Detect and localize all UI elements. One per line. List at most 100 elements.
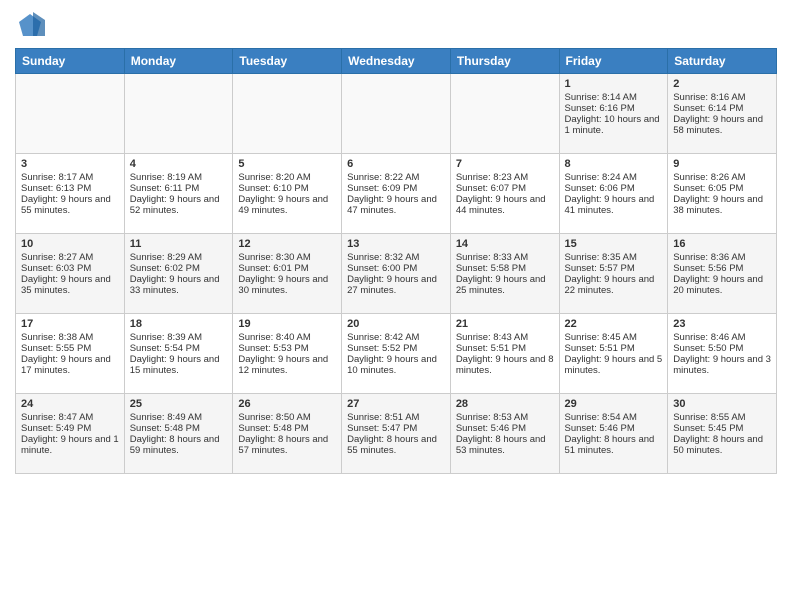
- calendar-cell: [16, 74, 125, 154]
- day-number: 22: [565, 318, 663, 330]
- day-number: 23: [673, 318, 771, 330]
- day-info: Daylight: 9 hours and 25 minutes.: [456, 274, 554, 296]
- calendar-cell: 6 Sunrise: 8:22 AMSunset: 6:09 PMDaylight…: [342, 154, 451, 234]
- day-number: 12: [238, 238, 336, 250]
- calendar-cell: 11Sunrise: 8:29 AMSunset: 6:02 PMDayligh…: [124, 234, 233, 314]
- day-number: 10: [21, 238, 119, 250]
- day-info: Daylight: 9 hours and 38 minutes.: [673, 194, 771, 216]
- day-info: Daylight: 9 hours and 20 minutes.: [673, 274, 771, 296]
- day-number: 14: [456, 238, 554, 250]
- day-number: 26: [238, 398, 336, 410]
- day-number: 7: [456, 158, 554, 170]
- day-info: Sunrise: 8:42 AM: [347, 332, 445, 343]
- day-info: Sunset: 5:51 PM: [565, 343, 663, 354]
- day-number: 17: [21, 318, 119, 330]
- day-info: Sunrise: 8:47 AM: [21, 412, 119, 423]
- day-info: Sunrise: 8:16 AM: [673, 92, 771, 103]
- day-number: 15: [565, 238, 663, 250]
- col-header-monday: Monday: [124, 49, 233, 74]
- day-number: 13: [347, 238, 445, 250]
- day-info: Sunset: 5:49 PM: [21, 423, 119, 434]
- day-info: Sunrise: 8:55 AM: [673, 412, 771, 423]
- day-info: Sunrise: 8:26 AM: [673, 172, 771, 183]
- col-header-thursday: Thursday: [450, 49, 559, 74]
- logo-icon: [15, 10, 45, 40]
- day-info: Sunrise: 8:23 AM: [456, 172, 554, 183]
- calendar-cell: 13Sunrise: 8:32 AMSunset: 6:00 PMDayligh…: [342, 234, 451, 314]
- day-info: Sunset: 6:06 PM: [565, 183, 663, 194]
- day-number: 6: [347, 158, 445, 170]
- day-info: Sunrise: 8:20 AM: [238, 172, 336, 183]
- day-number: 21: [456, 318, 554, 330]
- day-info: Sunrise: 8:24 AM: [565, 172, 663, 183]
- calendar-cell: 15 Sunrise: 8:35 AMSunset: 5:57 PMDayligh…: [559, 234, 668, 314]
- calendar-cell: 17 Sunrise: 8:38 AMSunset: 5:55 PMDayligh…: [16, 314, 125, 394]
- day-info: Sunset: 5:54 PM: [130, 343, 228, 354]
- day-info: Sunrise: 8:49 AM: [130, 412, 228, 423]
- day-number: 29: [565, 398, 663, 410]
- day-info: Daylight: 8 hours and 55 minutes.: [347, 434, 445, 456]
- day-info: Sunset: 6:16 PM: [565, 103, 663, 114]
- col-header-sunday: Sunday: [16, 49, 125, 74]
- calendar-cell: 2Sunrise: 8:16 AMSunset: 6:14 PMDaylight…: [668, 74, 777, 154]
- day-info: Daylight: 9 hours and 17 minutes.: [21, 354, 119, 376]
- day-number: 25: [130, 398, 228, 410]
- day-info: Daylight: 8 hours and 59 minutes.: [130, 434, 228, 456]
- day-info: Daylight: 8 hours and 51 minutes.: [565, 434, 663, 456]
- day-info: Sunrise: 8:22 AM: [347, 172, 445, 183]
- day-info: Daylight: 9 hours and 22 minutes.: [565, 274, 663, 296]
- calendar-header-row: SundayMondayTuesdayWednesdayThursdayFrid…: [16, 49, 777, 74]
- day-info: Sunrise: 8:46 AM: [673, 332, 771, 343]
- calendar-cell: 7Sunrise: 8:23 AMSunset: 6:07 PMDaylight…: [450, 154, 559, 234]
- col-header-friday: Friday: [559, 49, 668, 74]
- day-number: 28: [456, 398, 554, 410]
- day-info: Daylight: 8 hours and 53 minutes.: [456, 434, 554, 456]
- day-info: Sunset: 5:47 PM: [347, 423, 445, 434]
- day-info: Daylight: 9 hours and 52 minutes.: [130, 194, 228, 216]
- calendar-cell: 25 Sunrise: 8:49 AMSunset: 5:48 PMDayligh…: [124, 394, 233, 474]
- calendar-cell: 26Sunrise: 8:50 AMSunset: 5:48 PMDayligh…: [233, 394, 342, 474]
- day-info: Sunrise: 8:51 AM: [347, 412, 445, 423]
- day-info: Sunrise: 8:54 AM: [565, 412, 663, 423]
- day-info: Sunrise: 8:35 AM: [565, 252, 663, 263]
- day-number: 5: [238, 158, 336, 170]
- day-info: Daylight: 9 hours and 15 minutes.: [130, 354, 228, 376]
- calendar-week-4: 24Sunrise: 8:47 AMSunset: 5:49 PMDayligh…: [16, 394, 777, 474]
- header: [15, 10, 777, 40]
- day-number: 2: [673, 78, 771, 90]
- day-info: Sunset: 6:09 PM: [347, 183, 445, 194]
- day-number: 18: [130, 318, 228, 330]
- calendar-cell: 4Sunrise: 8:19 AMSunset: 6:11 PMDaylight…: [124, 154, 233, 234]
- calendar-week-1: 3Sunrise: 8:17 AMSunset: 6:13 PMDaylight…: [16, 154, 777, 234]
- calendar-cell: 5Sunrise: 8:20 AMSunset: 6:10 PMDaylight…: [233, 154, 342, 234]
- day-info: Daylight: 9 hours and 27 minutes.: [347, 274, 445, 296]
- day-info: Daylight: 9 hours and 1 minute.: [21, 434, 119, 456]
- day-number: 1: [565, 78, 663, 90]
- day-number: 11: [130, 238, 228, 250]
- day-info: Sunrise: 8:14 AM: [565, 92, 663, 103]
- calendar-table: SundayMondayTuesdayWednesdayThursdayFrid…: [15, 48, 777, 474]
- day-info: Sunset: 5:48 PM: [130, 423, 228, 434]
- day-info: Sunset: 6:13 PM: [21, 183, 119, 194]
- day-info: Sunset: 5:57 PM: [565, 263, 663, 274]
- day-info: Sunrise: 8:19 AM: [130, 172, 228, 183]
- day-info: Sunrise: 8:38 AM: [21, 332, 119, 343]
- calendar-cell: 30Sunrise: 8:55 AMSunset: 5:45 PMDayligh…: [668, 394, 777, 474]
- day-info: Sunset: 5:55 PM: [21, 343, 119, 354]
- day-number: 24: [21, 398, 119, 410]
- calendar-cell: [450, 74, 559, 154]
- calendar-cell: 14Sunrise: 8:33 AMSunset: 5:58 PMDayligh…: [450, 234, 559, 314]
- day-info: Sunrise: 8:33 AM: [456, 252, 554, 263]
- calendar-cell: 12Sunrise: 8:30 AMSunset: 6:01 PMDayligh…: [233, 234, 342, 314]
- calendar-cell: [124, 74, 233, 154]
- day-number: 8: [565, 158, 663, 170]
- day-info: Sunset: 5:46 PM: [456, 423, 554, 434]
- day-number: 19: [238, 318, 336, 330]
- day-info: Sunset: 6:14 PM: [673, 103, 771, 114]
- day-info: Sunrise: 8:39 AM: [130, 332, 228, 343]
- day-info: Sunrise: 8:36 AM: [673, 252, 771, 263]
- day-info: Sunset: 6:11 PM: [130, 183, 228, 194]
- day-info: Sunrise: 8:30 AM: [238, 252, 336, 263]
- day-info: Daylight: 9 hours and 47 minutes.: [347, 194, 445, 216]
- day-info: Sunset: 6:01 PM: [238, 263, 336, 274]
